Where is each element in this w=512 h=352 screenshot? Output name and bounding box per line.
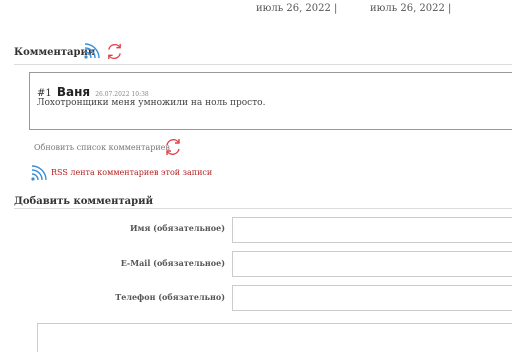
divider bbox=[14, 208, 512, 209]
comment-textarea[interactable] bbox=[37, 323, 512, 352]
name-field[interactable] bbox=[232, 217, 512, 243]
post-date: июль 26, 2022 | bbox=[256, 3, 338, 14]
post-date: июль 26, 2022 | bbox=[370, 3, 452, 14]
rss-comments-link[interactable]: RSS лента комментариев этой записи bbox=[51, 168, 212, 177]
rss-icon[interactable] bbox=[83, 42, 101, 64]
add-comment-title: Добавить комментарий bbox=[14, 196, 153, 207]
refresh-icon[interactable] bbox=[105, 42, 124, 65]
refresh-comments-link[interactable]: Обновить список комментариев bbox=[34, 143, 170, 152]
rss-icon[interactable] bbox=[30, 164, 48, 186]
refresh-icon[interactable] bbox=[163, 137, 183, 161]
divider bbox=[14, 64, 512, 65]
comment-date: 26.07.2022 10:38 bbox=[95, 91, 149, 98]
comment-item: #1 Ваня 26.07.2022 10:38 Лохотронщики ме… bbox=[29, 72, 512, 130]
name-label: Имя (обязательное) bbox=[129, 223, 225, 233]
email-field[interactable] bbox=[232, 251, 512, 277]
comment-text: Лохотронщики меня умножили на ноль прост… bbox=[37, 98, 266, 108]
phone-field[interactable] bbox=[232, 285, 512, 311]
email-label: E-Mail (обязательное) bbox=[120, 258, 225, 268]
phone-label: Телефон (обязательно) bbox=[115, 292, 225, 302]
comment-author: Ваня bbox=[56, 85, 91, 99]
